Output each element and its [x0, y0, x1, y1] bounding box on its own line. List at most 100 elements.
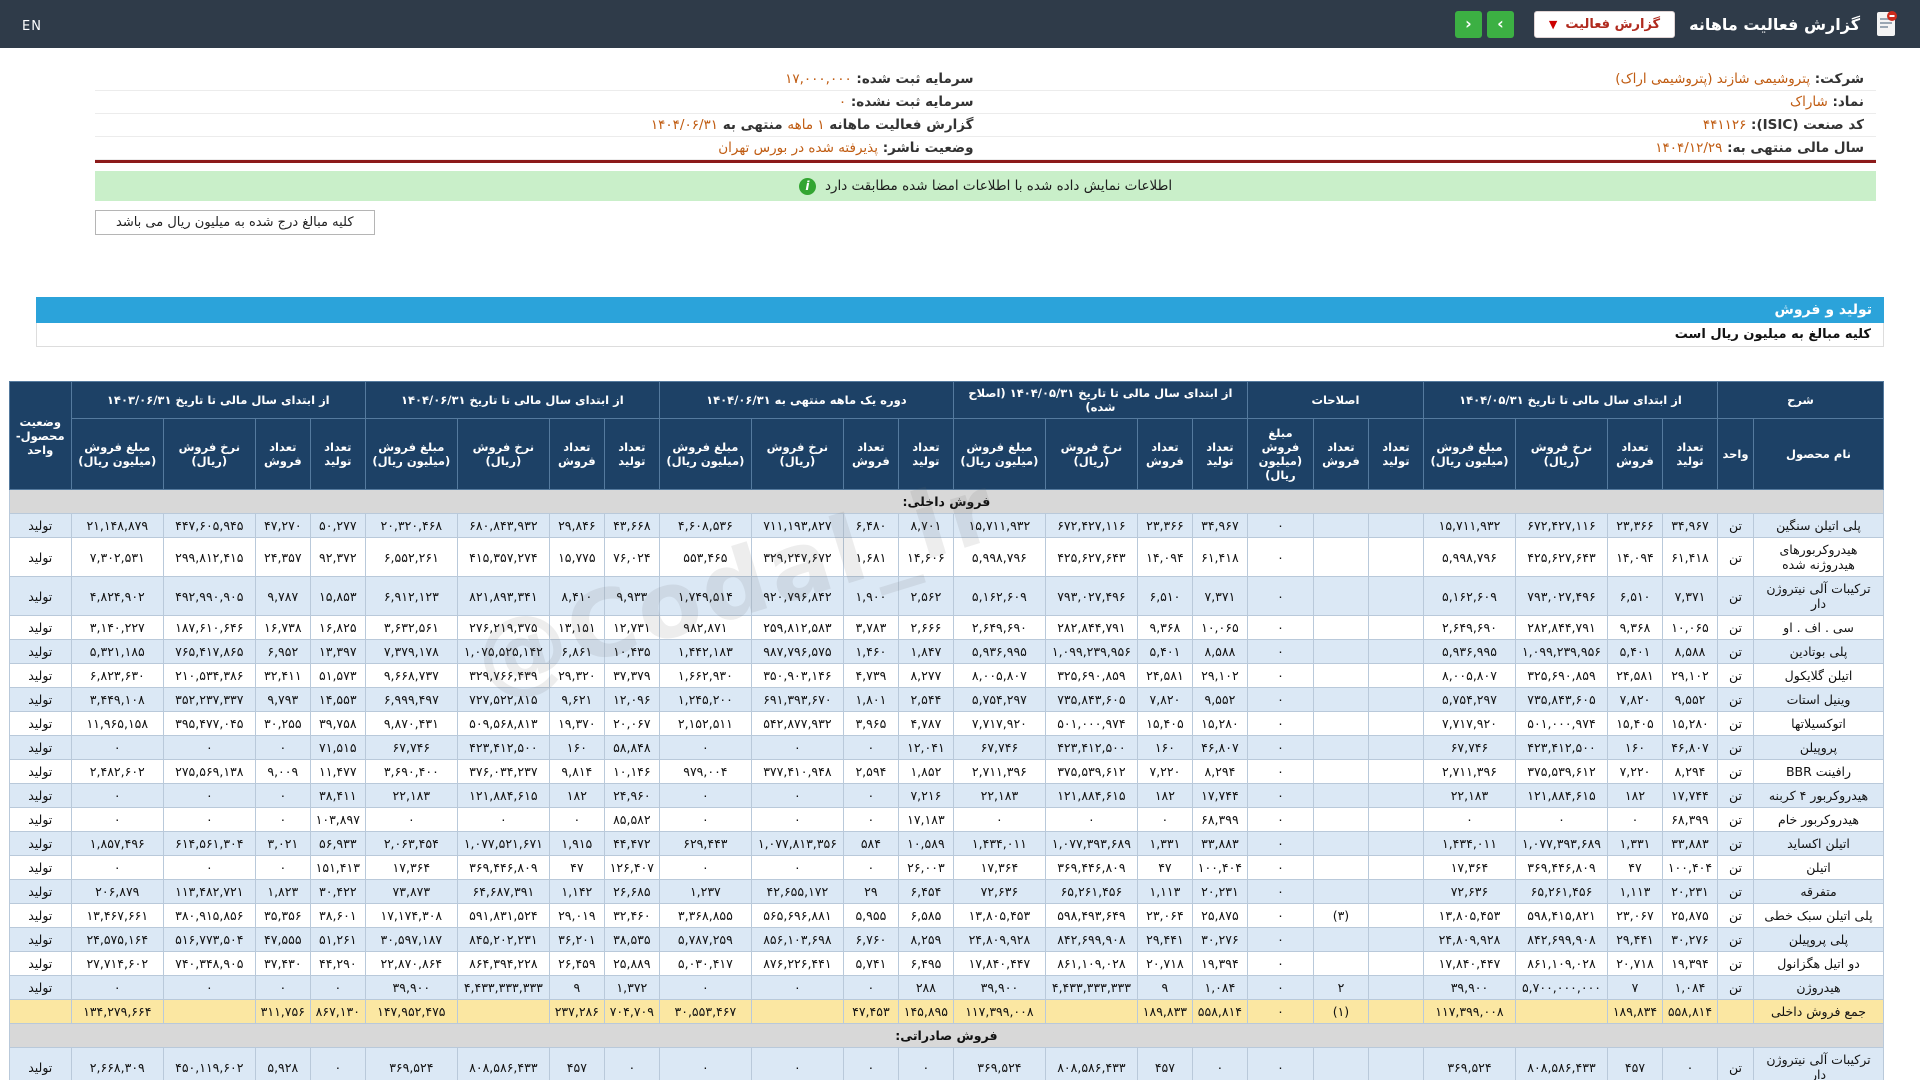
language-toggle-en[interactable]: EN: [22, 19, 42, 34]
product-name: پلی اتیلن سبک خطی: [1753, 903, 1884, 928]
value-cell: ۹۲۰,۷۹۶,۸۴۲: [750, 576, 844, 616]
value-cell: ۲,۵۴۴: [897, 687, 954, 712]
value-cell: ۰: [750, 807, 844, 832]
value-cell: ۰: [842, 975, 899, 1000]
amounts-note-tab[interactable]: کلیه مبالغ درج شده به میلیون ریال می باش…: [95, 210, 375, 235]
value-cell: ۶۷۲,۴۲۷,۱۱۶: [1514, 513, 1608, 538]
value-cell: ۲۸۲,۸۴۴,۷۹۱: [1514, 615, 1608, 640]
product-unit: تن: [1716, 663, 1755, 688]
value-cell: ۱۷,۳۶۴: [952, 855, 1046, 880]
report-type-dropdown[interactable]: گزارش فعالیت ▼: [1533, 10, 1676, 38]
value-cell: ۰: [1246, 999, 1314, 1024]
value-cell: ۰: [1246, 951, 1314, 976]
value-cell: ۰: [70, 783, 164, 808]
product-status: [8, 999, 72, 1024]
company-info-row: نماد: شاراک سرمایه ثبت نشده: ۰: [95, 90, 1876, 114]
prev-report-button[interactable]: ‹: [1454, 10, 1482, 38]
value-cell: ۲۳,۳۶۶: [1606, 513, 1663, 538]
value-cell: ۴,۸۲۴,۹۰۲: [70, 576, 164, 616]
value-cell: ۰: [309, 1047, 366, 1080]
product-status: تولید: [8, 807, 72, 832]
product-row: پلی بوتادین تن ۸,۵۸۸ ۵,۴۰۱ ۱,۰۹۹,۲۳۹,۹۵۶ ۵,۹۳…: [8, 639, 1884, 664]
value-cell: ۲,۱۵۲,۵۱۱: [658, 711, 752, 736]
value-cell: ۲۴,۵۸۱: [1606, 663, 1663, 688]
value-cell: ۱۵,۴۰۵: [1606, 711, 1663, 736]
product-row: هیدروکربور خام تن ۶۸,۳۹۹ ۰ ۰ ۰ ۰ ۶۸,۳۹۹ ۰ ۰ ۰ ۱۷,۱۸…: [8, 807, 1884, 832]
product-status: تولید: [8, 615, 72, 640]
value-cell: ۱,۱۱۳: [1136, 879, 1193, 904]
value-cell: ۶,۹۵۲: [254, 639, 311, 664]
production-sales-table: شرح از ابتدای سال مالی تا تاریخ ۱۴۰۴/۰۵/۳…: [8, 381, 1885, 1080]
value-cell: [1367, 999, 1424, 1024]
product-row: پلی پروپیلن تن ۳۰,۲۷۶ ۲۹,۴۴۱ ۸۴۲,۶۹۹,۹۰۸ ۲۴,۸…: [8, 927, 1884, 952]
value-cell: ۱۷,۸۴۰,۴۴۷: [1422, 951, 1516, 976]
next-report-button[interactable]: ›: [1486, 10, 1514, 38]
value-cell: ۹,۶۶۸,۷۳۷: [364, 663, 458, 688]
value-cell: ۷۲,۶۳۶: [952, 879, 1046, 904]
value-cell: ۲,۰۶۳,۴۵۴: [364, 831, 458, 856]
value-cell: ۱۲,۷۳۱: [603, 615, 660, 640]
value-cell: ۳,۶۹۰,۴۰۰: [364, 759, 458, 784]
value-cell: [1367, 537, 1424, 577]
value-cell: ۱,۰۷۷,۳۹۳,۶۸۹: [1044, 831, 1138, 856]
section-row: فروش صادراتی:: [8, 1023, 1885, 1048]
value-cell: ۲۲,۱۸۳: [952, 783, 1046, 808]
value-cell: ۴۷,۵۵۵: [254, 927, 311, 952]
value-cell: ۷,۷۱۷,۹۲۰: [1422, 711, 1516, 736]
value-cell: ۴۲۳,۴۱۲,۵۰۰: [1514, 735, 1608, 760]
product-row: دو اتیل هگزانول تن ۱۹,۳۹۴ ۲۰,۷۱۸ ۸۶۱,۱۰۹,۰۲۸…: [8, 951, 1884, 976]
report-document-icon: [1874, 10, 1898, 38]
amounts-unit-note: کلیه مبالغ به میلیون ریال است: [36, 323, 1884, 347]
value-cell: ۰: [70, 855, 164, 880]
value-cell: ۱۳,۸۰۵,۴۵۳: [952, 903, 1046, 928]
value-cell: ۵۰۱,۰۰۰,۹۷۴: [1514, 711, 1608, 736]
value-cell: ۲۹,۸۴۶: [548, 513, 605, 538]
value-cell: ۸,۲۹۴: [1191, 759, 1248, 784]
value-cell: ۲۹۹,۸۱۲,۴۱۵: [162, 537, 256, 577]
value-cell: ۴۷: [1136, 855, 1193, 880]
value-cell: ۵,۹۹۸,۷۹۶: [1422, 537, 1516, 577]
value-cell: ۶۵,۲۶۱,۴۵۶: [1044, 879, 1138, 904]
value-cell: ۳۸۰,۹۱۵,۸۵۶: [162, 903, 256, 928]
value-cell: ۱۶,۷۳۸: [254, 615, 311, 640]
value-cell: ۹,۰۰۹: [254, 759, 311, 784]
column-subheader: تعداد فروش: [1312, 418, 1369, 490]
product-unit: تن: [1716, 639, 1755, 664]
value-cell: ۳۶۹,۴۴۶,۸۰۹: [456, 855, 550, 880]
product-unit: تن: [1716, 513, 1755, 538]
value-cell: ۱,۳۷۲: [603, 975, 660, 1000]
value-cell: ۳۶۹,۴۴۶,۸۰۹: [1044, 855, 1138, 880]
value-cell: ۶۷,۷۴۶: [1422, 735, 1516, 760]
value-cell: ۵۵۸,۸۱۴: [1661, 999, 1718, 1024]
company-info-field: شرکت: پتروشیمی شازند (پتروشیمی اراک): [985, 68, 1876, 91]
value-cell: ۱۱۳,۴۸۲,۷۲۱: [162, 879, 256, 904]
company-info-row: کد صنعت (ISIC): ۴۴۱۱۲۶ گزارش فعالیت ماهان…: [95, 113, 1876, 137]
value-cell: ۳۲,۴۶۰: [603, 903, 660, 928]
value-cell: ۶,۵۵۲,۲۶۱: [364, 537, 458, 577]
value-cell: ۳۰,۲۵۵: [254, 711, 311, 736]
value-cell: ۶,۵۱۰: [1136, 576, 1193, 616]
value-cell: ۲۷,۷۱۴,۶۰۲: [70, 951, 164, 976]
value-cell: ۱۸۹,۸۳۴: [1606, 999, 1663, 1024]
product-status: تولید: [8, 639, 72, 664]
value-cell: ۶۷۲,۴۲۷,۱۱۶: [1044, 513, 1138, 538]
product-row: اتیلن اکساید تن ۳۳,۸۸۳ ۱,۳۳۱ ۱,۰۷۷,۳۹۳,۶۸۹ ۱,…: [8, 831, 1884, 856]
value-cell: [1312, 759, 1369, 784]
value-cell: ۰: [1246, 855, 1314, 880]
company-info-row: سال مالی منتهی به: ۱۴۰۴/۱۲/۲۹ وضعیت ناشر:…: [95, 136, 1876, 160]
value-cell: ۱۴,۵۵۳: [309, 687, 366, 712]
product-name: ترکیبات آلی نیتروژن دار: [1753, 1047, 1884, 1080]
value-cell: ۱۳,۱۵۱: [548, 615, 605, 640]
value-cell: ۱,۴۳۴,۰۱۱: [952, 831, 1046, 856]
value-cell: ۳,۰۲۱: [254, 831, 311, 856]
value-cell: ۰: [1246, 975, 1314, 1000]
value-cell: ۱۵,۲۸۰: [1191, 711, 1248, 736]
value-cell: ۴۷,۲۷۰: [254, 513, 311, 538]
value-cell: [1367, 783, 1424, 808]
value-cell: ۲۹,۳۲۰: [548, 663, 605, 688]
value-cell: ۷۴۰,۳۴۸,۹۰۵: [162, 951, 256, 976]
value-cell: ۱۲,۰۹۶: [603, 687, 660, 712]
value-cell: [1312, 687, 1369, 712]
value-cell: ۴۲۵,۶۲۷,۶۴۳: [1514, 537, 1608, 577]
value-cell: ۲۴,۵۷۵,۱۶۴: [70, 927, 164, 952]
